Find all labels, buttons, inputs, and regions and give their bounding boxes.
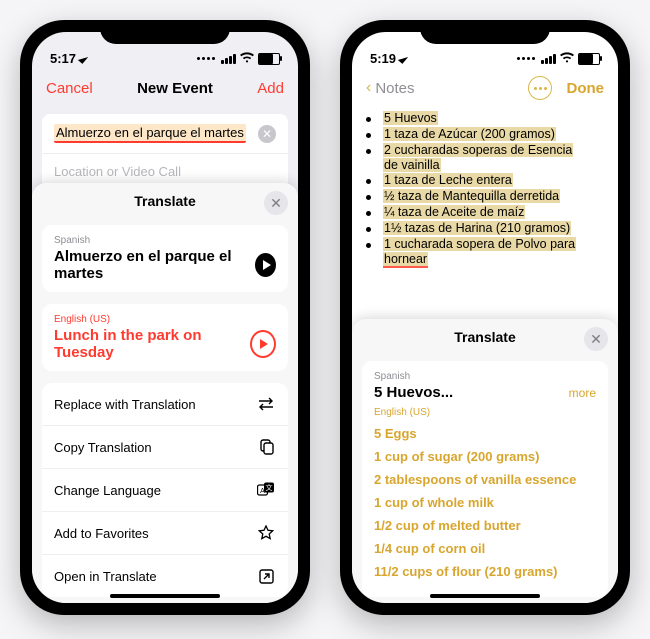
notes-navbar: ‹ Notes Done (352, 68, 618, 108)
add-to-favorites[interactable]: Add to Favorites (42, 512, 288, 555)
translated-text: Lunch in the park on Tuesday (54, 327, 250, 361)
star-icon (256, 523, 276, 543)
more-button[interactable]: more (569, 386, 596, 400)
sheet-close-button[interactable]: ✕ (584, 327, 608, 351)
cancel-button[interactable]: Cancel (46, 80, 93, 97)
translation-line: 1 cup of whole milk (374, 495, 596, 510)
home-indicator[interactable] (110, 594, 220, 598)
copy-translation[interactable]: Copy Translation (42, 426, 288, 469)
event-navbar: Cancel New Event Add (32, 68, 298, 108)
copy-icon (256, 437, 276, 457)
home-indicator[interactable] (430, 594, 540, 598)
location-icon (398, 53, 408, 64)
target-lang-label: English (US) (54, 314, 276, 325)
event-title-value: Almuerzo en el parque el martes (54, 124, 246, 143)
target-lang-label: English (US) (374, 407, 596, 418)
source-lang-label: Spanish (54, 235, 276, 246)
wifi-icon (240, 51, 254, 66)
note-content[interactable]: 5 Huevos 1 taza de Azúcar (200 gramos) 2… (352, 108, 618, 268)
notch (420, 20, 550, 44)
signal-icon (541, 54, 556, 64)
clear-text-button[interactable]: ✕ (258, 125, 276, 143)
sheet-title: Translate (134, 193, 195, 209)
more-menu-button[interactable] (528, 76, 552, 100)
source-text: Almuerzo en el parque el martes (54, 248, 255, 282)
change-language[interactable]: Change Language 文A (42, 469, 288, 512)
source-lang-label: Spanish (374, 371, 596, 382)
navbar-title: New Event (137, 80, 213, 97)
translation-line: 1 cup of sugar (200 grams) (374, 449, 596, 464)
wifi-icon (560, 51, 574, 66)
translate-sheet: Translate ✕ Spanish Almuerzo en el parqu… (32, 183, 298, 603)
svg-text:文: 文 (266, 483, 273, 492)
phone-left: 5:17 Cancel New Event Add Almuerzo en el… (20, 20, 310, 615)
signal-icon (221, 54, 236, 64)
add-button[interactable]: Add (257, 80, 284, 97)
location-icon (78, 53, 88, 64)
translation-line: 5 Eggs (374, 426, 596, 441)
battery-icon (578, 53, 600, 65)
sheet-close-button[interactable]: ✕ (264, 191, 288, 215)
done-button[interactable]: Done (566, 80, 604, 97)
status-time: 5:17 (50, 51, 76, 66)
back-label[interactable]: Notes (375, 80, 414, 97)
back-chevron-icon[interactable]: ‹ (366, 79, 371, 97)
play-translation-button[interactable] (250, 330, 276, 358)
translation-line: 2 tablespoons of vanilla essence (374, 472, 596, 487)
translation-line: 1/2 cup of melted butter (374, 518, 596, 533)
phone-right: 5:19 ‹ Notes Done 5 Huevos (340, 20, 630, 615)
translation-line: 1/4 cup of corn oil (374, 541, 596, 556)
translate-sheet: Translate ✕ Spanish 5 Huevos... more Eng… (352, 319, 618, 603)
status-time: 5:19 (370, 51, 396, 66)
play-source-button[interactable] (255, 253, 276, 277)
cell-dots-icon (517, 57, 535, 60)
sheet-title: Translate (454, 329, 515, 345)
battery-icon (258, 53, 280, 65)
location-placeholder: Location or Video Call (54, 164, 181, 179)
open-in-translate[interactable]: Open in Translate (42, 555, 288, 597)
language-icon: 文A (256, 480, 276, 500)
translation-line: 11/2 cups of flour (210 grams) (374, 564, 596, 579)
cell-dots-icon (197, 57, 215, 60)
replace-icon (256, 394, 276, 414)
svg-text:A: A (260, 488, 265, 495)
notch (100, 20, 230, 44)
event-title-field[interactable]: Almuerzo en el parque el martes ✕ (42, 114, 288, 154)
open-external-icon (256, 566, 276, 586)
replace-with-translation[interactable]: Replace with Translation (42, 383, 288, 426)
source-text: 5 Huevos... (374, 384, 453, 401)
